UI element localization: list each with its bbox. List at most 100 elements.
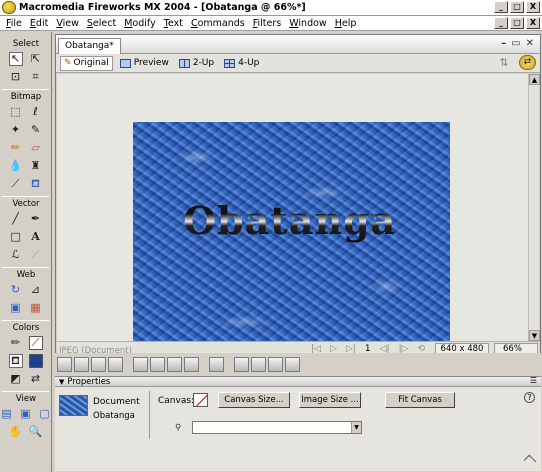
fill-color-icon[interactable]: ⛾ [8, 354, 23, 368]
scroll-up-icon[interactable]: ▲ [529, 74, 540, 85]
image-size-button[interactable]: Image Size ... [299, 392, 361, 408]
web-heading: Web [16, 270, 36, 280]
select-heading: Select [12, 39, 40, 49]
view-original-button[interactable]: ✎ Original [60, 55, 113, 71]
view-2up-button[interactable]: 2-Up [176, 56, 217, 71]
view-preview-label: Preview [133, 58, 169, 68]
menu-view[interactable]: View [56, 18, 79, 29]
view-2up-label: 2-Up [192, 58, 215, 68]
send-backward-icon[interactable] [167, 356, 182, 372]
pointer-tool-icon[interactable]: ↖ [8, 52, 23, 66]
join-icon[interactable] [91, 356, 106, 372]
fit-canvas-button[interactable]: Fit Canvas [385, 392, 455, 408]
menu-help[interactable]: Help [335, 18, 357, 29]
lasso-tool-icon[interactable]: ℓ [29, 105, 43, 119]
view-4up-button[interactable]: 4-Up [221, 56, 262, 71]
dropdown-arrow-icon[interactable]: ▼ [351, 422, 361, 433]
panel-options-icon[interactable]: ☰ [530, 376, 537, 385]
menu-filters[interactable]: Filters [253, 18, 282, 29]
menu-text[interactable]: Text [164, 18, 183, 29]
knife-tool-icon[interactable]: ⟋ [29, 248, 43, 262]
eyedropper-tool-icon[interactable]: ⟋ [9, 177, 23, 191]
canvas-size-button[interactable]: Canvas Size... [218, 392, 290, 408]
flip-vertical-icon[interactable] [285, 356, 300, 372]
marquee-tool-icon[interactable]: ⬚ [9, 105, 23, 119]
pencil-icon: ✎ [64, 58, 72, 68]
resolution-select[interactable]: ▼ [192, 421, 362, 434]
magic-wand-tool-icon[interactable]: ✦ [9, 123, 23, 137]
zoom-tool-icon[interactable]: 🔍 [29, 425, 43, 439]
full-screen-mode-icon[interactable]: ▢ [38, 407, 51, 421]
eraser-tool-icon[interactable]: ▱ [29, 141, 43, 155]
text-tool-icon[interactable]: A [29, 230, 43, 244]
properties-header[interactable]: ▼ Properties ☰ [55, 376, 541, 387]
app-title-bar: Macromedia Fireworks MX 2004 - [Obatanga… [0, 0, 542, 16]
stroke-swatch-icon[interactable]: ⟋ [28, 336, 43, 350]
flip-horizontal-icon[interactable] [268, 356, 283, 372]
rotate-right-icon[interactable] [251, 356, 266, 372]
canvas-color-swatch[interactable] [193, 393, 208, 407]
vertical-scrollbar[interactable]: ▲ ▼ [528, 74, 540, 341]
rectangle-tool-icon[interactable]: □ [9, 230, 23, 244]
doc-minimize-button[interactable]: _ [494, 17, 508, 29]
collapse-triangle-icon[interactable]: ▼ [59, 378, 64, 386]
pencil-tool-icon[interactable]: ✏ [9, 141, 23, 155]
freeform-tool-icon[interactable]: ℒ [9, 248, 23, 262]
scale-tool-icon[interactable]: ⊡ [9, 70, 23, 84]
fill-swatch-icon[interactable] [28, 354, 43, 368]
view-preview-button[interactable]: Preview [117, 56, 172, 71]
artwork-image[interactable]: Obatanga [133, 122, 450, 357]
close-button[interactable]: X [526, 1, 540, 13]
doc-window-close-icon[interactable]: ✕ [526, 38, 534, 49]
send-to-back-icon[interactable] [184, 356, 199, 372]
export-preview-icon[interactable]: ⇅ [495, 55, 513, 71]
rotate-left-icon[interactable] [234, 356, 249, 372]
show-slices-icon[interactable]: ▦ [29, 301, 43, 315]
split-icon[interactable] [108, 356, 123, 372]
doc-restore-button[interactable]: □ [510, 17, 524, 29]
menu-modify[interactable]: Modify [124, 18, 156, 29]
doc-window-minimize-icon[interactable]: – [501, 38, 506, 49]
scroll-down-icon[interactable]: ▼ [529, 330, 540, 341]
document-tab[interactable]: Obatanga* [58, 38, 121, 54]
swap-colors-icon[interactable]: ⇄ [29, 372, 43, 386]
expand-panel-icon[interactable] [523, 454, 537, 468]
doc-window-restore-icon[interactable]: ▭ [511, 38, 520, 49]
menu-file[interactable]: File [6, 18, 22, 29]
standard-screen-mode-icon[interactable]: ▤ [0, 407, 13, 421]
slice-tool-icon[interactable]: ⊿ [29, 283, 43, 297]
quick-export-icon[interactable]: ⇄ [519, 55, 536, 70]
line-tool-icon[interactable]: ╱ [9, 212, 23, 226]
menu-commands[interactable]: Commands [191, 18, 245, 29]
minimize-button[interactable]: _ [494, 1, 508, 13]
document-name-label: Obatanga [93, 411, 135, 421]
group-icon[interactable] [57, 356, 72, 372]
fireworks-app-icon[interactable] [2, 1, 16, 14]
default-colors-icon[interactable]: ◩ [9, 372, 23, 386]
hand-tool-icon[interactable]: ✋ [9, 425, 23, 439]
help-icon[interactable]: ? [524, 392, 535, 403]
maximize-button[interactable]: □ [510, 1, 524, 13]
menu-edit[interactable]: Edit [30, 18, 48, 29]
align-icon[interactable] [209, 356, 224, 372]
hide-slices-icon[interactable]: ▣ [9, 301, 23, 315]
stroke-color-icon[interactable]: ✏ [9, 336, 23, 350]
brush-tool-icon[interactable]: ✎ [29, 123, 43, 137]
canvas-area[interactable]: Obatanga [57, 74, 530, 357]
full-screen-menus-mode-icon[interactable]: ▣ [19, 407, 32, 421]
paint-bucket-tool-icon[interactable]: ⛾ [29, 177, 43, 191]
subselection-tool-icon[interactable]: ⇱ [29, 52, 43, 66]
hotspot-tool-icon[interactable]: ↻ [9, 283, 23, 297]
crop-tool-icon[interactable]: ⌗ [29, 70, 43, 84]
doc-close-button[interactable]: X [526, 17, 540, 29]
blur-tool-icon[interactable]: 💧 [9, 159, 23, 173]
rubber-stamp-tool-icon[interactable]: ♜ [29, 159, 43, 173]
menu-bar: File Edit View Select Modify Text Comman… [0, 16, 542, 31]
ungroup-icon[interactable] [74, 356, 89, 372]
preview-icon [119, 58, 131, 68]
pen-tool-icon[interactable]: ✒ [29, 212, 43, 226]
bring-to-front-icon[interactable] [133, 356, 148, 372]
bring-forward-icon[interactable] [150, 356, 165, 372]
menu-window[interactable]: Window [289, 18, 326, 29]
menu-select[interactable]: Select [87, 18, 116, 29]
